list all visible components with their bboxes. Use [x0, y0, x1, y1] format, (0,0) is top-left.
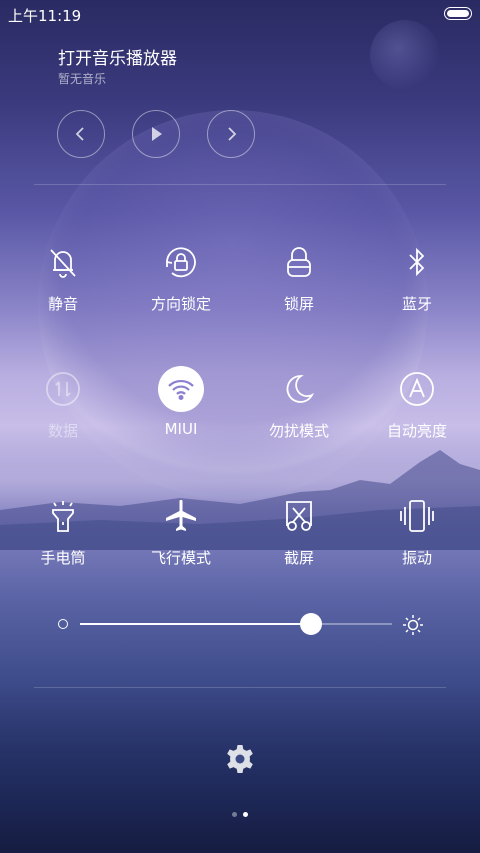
chevron-right-icon	[228, 127, 237, 141]
toggle-mobile-data[interactable]: 数据	[8, 366, 118, 441]
music-title[interactable]: 打开音乐播放器	[58, 44, 177, 69]
bluetooth-icon	[409, 247, 425, 277]
play-icon	[152, 127, 162, 141]
toggle-auto-brightness[interactable]: 自动亮度	[362, 366, 472, 441]
battery-icon	[444, 7, 472, 20]
toggle-label: 蓝牙	[401, 295, 432, 313]
previous-button[interactable]	[57, 110, 105, 158]
divider	[34, 687, 446, 688]
toggle-label: 自动亮度	[386, 422, 447, 440]
auto-brightness-icon	[400, 372, 434, 406]
toggle-lock-screen[interactable]: 锁屏	[244, 239, 354, 314]
brightness-slider[interactable]	[80, 613, 392, 635]
divider	[34, 184, 446, 185]
gear-icon[interactable]	[224, 743, 256, 775]
airplane-icon	[166, 499, 196, 531]
music-subtitle: 暂无音乐	[58, 72, 107, 86]
moon-icon	[286, 375, 315, 403]
toggle-flashlight[interactable]: 手电筒	[8, 493, 118, 568]
brightness-low-icon	[58, 619, 68, 629]
toggle-label: 手电筒	[40, 549, 86, 567]
background-moon	[370, 20, 440, 90]
status-time: 上午11:19	[8, 7, 82, 25]
toggle-label: 静音	[47, 295, 78, 313]
page-dot-active	[243, 812, 248, 817]
toggle-label: 截屏	[283, 549, 314, 567]
page-indicator	[0, 812, 480, 817]
status-bar: 上午11:19	[0, 0, 480, 28]
toggle-silent[interactable]: 静音	[8, 239, 118, 314]
mobile-data-icon	[46, 372, 80, 406]
toggle-bluetooth[interactable]: 蓝牙	[362, 239, 472, 314]
toggle-rotation-lock[interactable]: 方向锁定	[126, 239, 236, 314]
wifi-icon	[168, 379, 194, 401]
brightness-fill	[80, 623, 311, 625]
lock-icon	[287, 247, 311, 277]
play-button[interactable]	[132, 110, 180, 158]
next-button[interactable]	[207, 110, 255, 158]
screenshot-icon	[286, 501, 312, 531]
toggle-label: 飞行模式	[150, 549, 211, 567]
bell-off-icon	[50, 249, 76, 278]
toggle-label: MIUI	[164, 420, 198, 438]
vibrate-icon	[400, 500, 434, 532]
brightness-high-icon	[403, 615, 423, 635]
page-dot	[232, 812, 237, 817]
toggle-label: 勿扰模式	[268, 422, 329, 440]
toggle-screenshot[interactable]: 截屏	[244, 493, 354, 568]
chevron-left-icon	[75, 127, 84, 141]
toggle-label: 振动	[401, 549, 432, 567]
toggle-label: 方向锁定	[150, 295, 211, 313]
brightness-knob[interactable]	[299, 613, 322, 635]
toggle-airplane-mode[interactable]: 飞行模式	[126, 493, 236, 568]
rotation-lock-icon	[166, 247, 196, 278]
toggle-label: 锁屏	[283, 295, 314, 313]
toggle-vibrate[interactable]: 振动	[362, 493, 472, 568]
toggle-label: 数据	[47, 422, 78, 440]
toggle-do-not-disturb[interactable]: 勿扰模式	[244, 366, 354, 441]
flashlight-icon	[52, 501, 74, 532]
toggle-wifi[interactable]: MIUI	[126, 366, 236, 438]
